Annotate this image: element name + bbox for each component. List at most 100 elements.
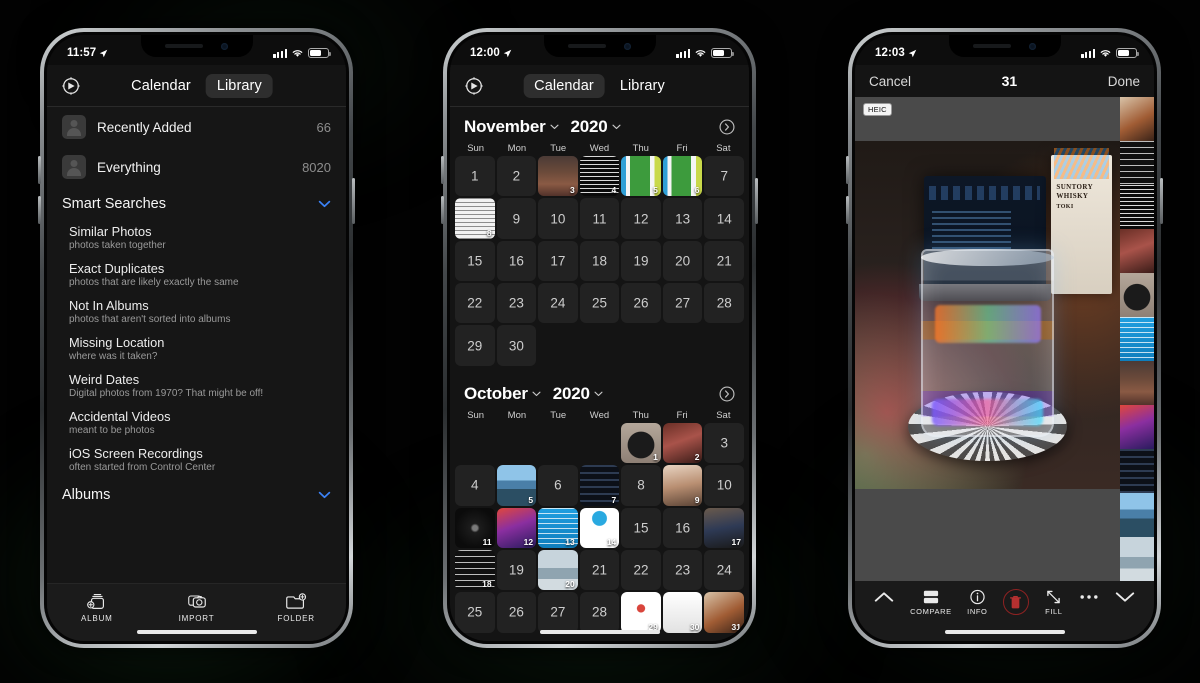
- calendar-day-cell[interactable]: 11: [455, 507, 495, 548]
- calendar-day-cell[interactable]: 5: [496, 465, 537, 506]
- chevron-down-icon[interactable]: [318, 200, 331, 208]
- calendar-day-cell[interactable]: 19: [496, 549, 537, 591]
- calendar-day-cell[interactable]: 10: [704, 465, 744, 506]
- section-header-albums[interactable]: Albums: [47, 478, 346, 510]
- calendar-day-cell[interactable]: 27: [662, 283, 703, 324]
- calendar-day-cell[interactable]: 17: [538, 240, 578, 282]
- calendar-day-cell[interactable]: 15: [621, 507, 661, 548]
- section-header-smart-searches[interactable]: Smart Searches: [47, 187, 346, 219]
- calendar-day-cell[interactable]: 26: [496, 592, 537, 633]
- volume-up-button[interactable]: [38, 156, 41, 184]
- filmstrip-thumbnail[interactable]: [1120, 185, 1154, 229]
- tab-album[interactable]: ALBUM: [47, 592, 147, 623]
- tab-folder[interactable]: FOLDER: [246, 592, 346, 623]
- shutter-dial-icon[interactable]: [61, 76, 81, 96]
- filmstrip-thumbnail[interactable]: [1120, 141, 1154, 185]
- photo-stage[interactable]: HEIC SUNTORY WHISKY TOKI: [855, 97, 1120, 581]
- calendar-day-cell[interactable]: 11: [579, 198, 620, 239]
- fill-button[interactable]: FILL: [1044, 589, 1063, 616]
- chevron-down-icon[interactable]: [532, 391, 541, 397]
- home-indicator[interactable]: [944, 630, 1065, 634]
- volume-down-button[interactable]: [441, 196, 444, 224]
- chevron-down-icon[interactable]: [550, 124, 559, 130]
- calendar-day-cell[interactable]: 14: [579, 507, 620, 548]
- filmstrip-thumbnail[interactable]: [1120, 405, 1154, 449]
- calendar-day-cell[interactable]: 24: [704, 549, 744, 591]
- calendar-day-cell[interactable]: 30: [496, 325, 537, 366]
- volume-up-button[interactable]: [441, 156, 444, 184]
- segment-library[interactable]: Library: [609, 74, 676, 98]
- segment-library[interactable]: Library: [205, 73, 273, 98]
- calendar-day-cell[interactable]: 4: [579, 156, 620, 197]
- month-name[interactable]: November: [464, 117, 559, 137]
- calendar-day-cell[interactable]: 14: [704, 198, 744, 239]
- filmstrip-thumbnail[interactable]: [1120, 493, 1154, 537]
- power-button[interactable]: [1160, 178, 1163, 224]
- chevron-down-icon[interactable]: [594, 391, 603, 397]
- volume-up-button[interactable]: [846, 156, 849, 184]
- calendar-day-cell[interactable]: 18: [579, 240, 620, 282]
- calendar-day-cell[interactable]: 20: [538, 549, 578, 591]
- calendar-day-cell[interactable]: 1: [455, 156, 495, 197]
- smart-search-similar-photos[interactable]: Similar Photos photos taken together: [47, 219, 346, 256]
- scroll-down-button[interactable]: [1114, 589, 1136, 607]
- calendar-day-cell[interactable]: 16: [496, 240, 537, 282]
- smart-search-accidental-videos[interactable]: Accidental Videos meant to be photos: [47, 404, 346, 441]
- smart-search-ios-screen-recordings[interactable]: iOS Screen Recordings often started from…: [47, 441, 346, 478]
- calendar-day-cell[interactable]: 6: [538, 465, 578, 506]
- power-button[interactable]: [352, 178, 355, 224]
- calendar-day-cell[interactable]: 27: [538, 592, 578, 633]
- calendar-day-cell[interactable]: 9: [662, 465, 703, 506]
- calendar-day-cell[interactable]: 22: [455, 283, 495, 324]
- filmstrip-thumbnail[interactable]: [1120, 273, 1154, 317]
- smart-search-missing-location[interactable]: Missing Location where was it taken?: [47, 330, 346, 367]
- home-indicator[interactable]: [539, 630, 660, 634]
- calendar-day-cell[interactable]: 31: [704, 592, 744, 633]
- filmstrip-thumbnail[interactable]: [1120, 361, 1154, 405]
- filmstrip-thumbnail[interactable]: [1120, 229, 1154, 273]
- compare-button[interactable]: COMPARE: [910, 589, 952, 616]
- calendar-day-cell[interactable]: 25: [455, 592, 495, 633]
- filmstrip-thumbnail[interactable]: [1120, 317, 1154, 361]
- smart-search-exact-duplicates[interactable]: Exact Duplicates photos that are likely …: [47, 256, 346, 293]
- calendar-day-cell[interactable]: 12: [496, 507, 537, 548]
- smart-search-weird-dates[interactable]: Weird Dates Digital photos from 1970? Th…: [47, 367, 346, 404]
- cancel-button[interactable]: Cancel: [869, 74, 911, 89]
- calendar-day-cell[interactable]: 18: [455, 549, 495, 591]
- segment-calendar[interactable]: Calendar: [120, 74, 202, 98]
- calendar-day-cell[interactable]: 17: [704, 507, 744, 548]
- segment-calendar[interactable]: Calendar: [523, 73, 605, 98]
- calendar-day-cell[interactable]: 2: [662, 422, 703, 464]
- calendar-day-cell[interactable]: 16: [662, 507, 703, 548]
- calendar-day-cell[interactable]: 3: [538, 156, 578, 197]
- month-year[interactable]: 2020: [571, 117, 621, 137]
- shutter-dial-icon[interactable]: [464, 76, 484, 96]
- calendar-day-cell[interactable]: 5: [621, 156, 661, 197]
- calendar-day-cell[interactable]: 29: [455, 325, 495, 366]
- calendar-day-cell[interactable]: 25: [579, 283, 620, 324]
- volume-down-button[interactable]: [846, 196, 849, 224]
- calendar-day-cell[interactable]: 13: [538, 507, 578, 548]
- calendar-day-cell[interactable]: 4: [455, 465, 495, 506]
- library-segmented-control[interactable]: Calendar Library: [120, 73, 273, 98]
- calendar-day-cell[interactable]: 26: [621, 283, 661, 324]
- smart-search-not-in-albums[interactable]: Not In Albums photos that aren't sorted …: [47, 293, 346, 330]
- calendar-day-cell[interactable]: 24: [538, 283, 578, 324]
- month-year[interactable]: 2020: [553, 384, 603, 404]
- calendar-day-cell[interactable]: 23: [662, 549, 703, 591]
- calendar-day-cell[interactable]: 10: [538, 198, 578, 239]
- library-row-recently-added[interactable]: Recently Added 66: [47, 107, 346, 147]
- calendar-day-cell[interactable]: 28: [704, 283, 744, 324]
- chevron-right-circle-icon[interactable]: [719, 386, 735, 402]
- calendar-day-cell[interactable]: 30: [662, 592, 703, 633]
- calendar-scroll[interactable]: November 2020 Sun Mon Tue Wed Thu Fri Sat 1 2 3 4 5 6 7…: [450, 107, 749, 641]
- chevron-down-icon[interactable]: [318, 491, 331, 499]
- info-button[interactable]: INFO: [967, 589, 987, 616]
- tab-import[interactable]: IMPORT: [147, 592, 247, 623]
- calendar-day-cell[interactable]: 22: [621, 549, 661, 591]
- filmstrip-thumbnail[interactable]: [1120, 97, 1154, 141]
- delete-button[interactable]: [1002, 589, 1029, 617]
- calendar-day-cell[interactable]: 19: [621, 240, 661, 282]
- calendar-day-cell[interactable]: 13: [662, 198, 703, 239]
- calendar-segmented-control[interactable]: Calendar Library: [523, 73, 676, 98]
